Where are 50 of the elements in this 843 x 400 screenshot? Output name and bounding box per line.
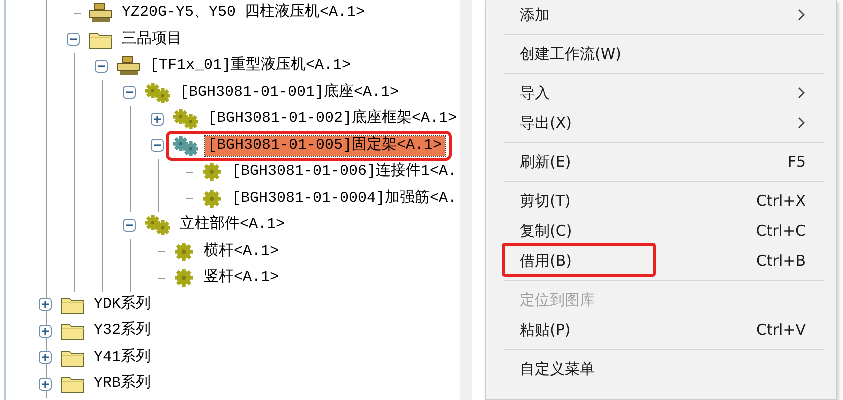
collapse-toggle[interactable] (151, 139, 164, 152)
tree-item[interactable]: [BGH3081-01-001]底座<A.1> (177, 82, 402, 103)
tree-item[interactable]: [BGH3081-01-005]固定架<A.1> (205, 136, 446, 156)
shortcut-label: Ctrl+V (756, 321, 806, 339)
gears-icon (173, 136, 199, 156)
menu-item[interactable]: 自定义菜单 (520, 360, 806, 378)
expand-toggle[interactable] (39, 324, 52, 338)
tree-item[interactable]: YZ20G-Y5、Y50 四柱液压机<A.1> (119, 3, 368, 24)
gear-icon (201, 188, 223, 209)
gear-icon (173, 268, 195, 288)
menu-item[interactable]: 复制(C) (520, 222, 756, 240)
shortcut-label: F5 (788, 153, 806, 171)
tree-item[interactable]: Y41系列 (91, 348, 154, 368)
gears-icon (145, 82, 171, 103)
tree-item[interactable]: [BGH3081-01-006]连接件1<A. (229, 162, 460, 182)
menu-item[interactable]: 导入 (520, 84, 798, 102)
expand-toggle[interactable] (39, 351, 52, 364)
expand-toggle[interactable] (151, 112, 164, 126)
tree-item[interactable]: YRB系列 (91, 374, 154, 394)
shortcut-label: Ctrl+B (756, 252, 806, 270)
tree-item[interactable]: Y32系列 (91, 321, 154, 342)
expand-toggle[interactable] (39, 298, 52, 312)
tree-item[interactable]: [BGH3081-01-002]底座框架<A.1> (205, 109, 460, 130)
menu-item[interactable]: 添加 (520, 6, 798, 24)
collapse-toggle[interactable] (123, 86, 136, 100)
menu-item[interactable]: 导出(X) (520, 114, 798, 132)
menu-item[interactable]: 借用(B) (520, 252, 756, 270)
tree-item[interactable]: 三品项目 (119, 30, 185, 50)
menu-item[interactable]: 刷新(E) (520, 152, 788, 172)
tree-item[interactable]: 立柱部件<A.1> (177, 215, 288, 236)
shortcut-label: Ctrl+X (756, 192, 806, 210)
machine-icon (89, 3, 113, 24)
expand-toggle[interactable] (39, 378, 52, 391)
tree-item[interactable]: [BGH3081-01-0004]加强筋<A. (229, 188, 460, 209)
tree-item[interactable]: 横杆<A.1> (201, 242, 282, 262)
tree-item[interactable]: 竖杆<A.1> (201, 268, 282, 288)
machine-icon (117, 56, 141, 76)
collapse-toggle[interactable] (67, 33, 80, 46)
tree-item[interactable]: [TF1x_01]重型液压机<A.1> (147, 56, 354, 76)
gear-icon (173, 242, 195, 262)
collapse-toggle[interactable] (123, 218, 136, 232)
menu-item[interactable]: 剪切(T) (520, 192, 756, 210)
menu-item[interactable]: 粘贴(P) (520, 320, 756, 340)
menu-item[interactable]: 创建工作流(W) (520, 44, 806, 64)
tree-item[interactable]: YDK系列 (91, 294, 154, 315)
gears-icon (173, 109, 199, 130)
gear-icon (201, 162, 223, 182)
shortcut-label: Ctrl+C (756, 222, 806, 240)
collapse-toggle[interactable] (95, 60, 108, 73)
gears-icon (145, 215, 171, 236)
